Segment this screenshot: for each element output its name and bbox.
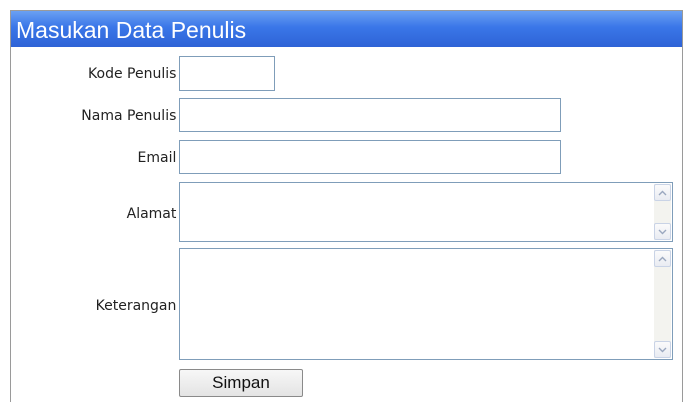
alamat-scroll-up-button[interactable] (654, 184, 671, 201)
alamat-label-text: Alamat (126, 206, 177, 222)
chevron-up-icon (658, 190, 667, 196)
keterangan-scroll-down-button[interactable] (654, 341, 671, 358)
alamat-label-row: Alamat: (19, 206, 184, 224)
form-title-bar: Masukan Data Penulis (11, 11, 682, 47)
keterangan-textarea-frame (179, 248, 673, 360)
email-input[interactable] (179, 140, 561, 174)
email-label-row: Email: (19, 150, 184, 168)
kode-penulis-label: Kode Penulis: (24, 66, 184, 82)
alamat-textarea-frame (179, 182, 673, 242)
kode-penulis-label-row: Kode Penulis: (19, 66, 184, 84)
nama-penulis-label-row: Nama Penulis: (19, 108, 184, 126)
form-panel: Masukan Data Penulis Kode Penulis: Nama … (10, 10, 683, 402)
kode-penulis-input[interactable] (179, 56, 275, 91)
nama-penulis-label-text: Nama Penulis (81, 108, 177, 124)
chevron-down-icon (658, 347, 667, 353)
alamat-scroll-down-button[interactable] (654, 223, 671, 240)
simpan-button[interactable]: Simpan (179, 369, 303, 397)
nama-penulis-input[interactable] (179, 98, 561, 132)
keterangan-scrollbar[interactable] (654, 250, 671, 358)
chevron-up-icon (658, 256, 667, 262)
keterangan-label-text: Keterangan (95, 298, 177, 314)
kode-penulis-label-text: Kode Penulis (88, 66, 177, 82)
nama-penulis-label: Nama Penulis: (24, 108, 184, 124)
email-label-text: Email (137, 150, 177, 166)
keterangan-label-row: Keterangan: (19, 298, 184, 316)
keterangan-scroll-up-button[interactable] (654, 250, 671, 267)
form-title: Masukan Data Penulis (16, 17, 247, 43)
alamat-textarea[interactable] (180, 183, 652, 241)
alamat-scrollbar[interactable] (654, 184, 671, 240)
chevron-down-icon (658, 229, 667, 235)
alamat-label: Alamat: (24, 206, 184, 222)
keterangan-textarea[interactable] (180, 249, 652, 359)
keterangan-label: Keterangan: (24, 298, 184, 314)
email-label: Email: (24, 150, 184, 166)
